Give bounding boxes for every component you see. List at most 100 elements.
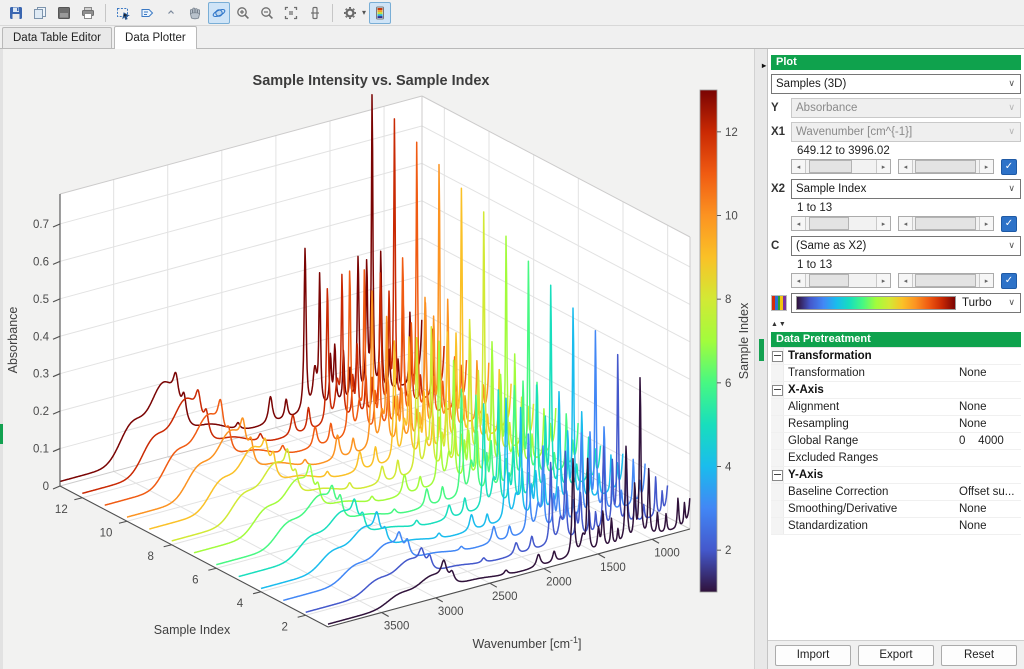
section-splitter-buttons[interactable]: ▲▼ xyxy=(771,321,1021,330)
pan-icon[interactable] xyxy=(184,2,206,24)
pretreatment-section-header[interactable]: Data Pretreatment xyxy=(771,332,1021,347)
pretreatment-value[interactable]: None xyxy=(959,401,1021,413)
datatip-icon[interactable] xyxy=(136,2,158,24)
collapse-minus-icon[interactable] xyxy=(772,470,783,481)
x2-min-scrollbar[interactable]: ◂▸ xyxy=(791,216,891,231)
scroll-right-icon[interactable]: ▸ xyxy=(979,217,993,230)
svg-text:0.1: 0.1 xyxy=(33,444,49,456)
scroll-left-icon[interactable]: ◂ xyxy=(899,274,913,287)
colormap-dropdown[interactable]: Turbo ∨ xyxy=(791,293,1021,313)
copy-icon[interactable] xyxy=(29,2,51,24)
collapse-gutter[interactable] xyxy=(771,348,784,364)
scroll-left-icon[interactable]: ◂ xyxy=(899,160,913,173)
plot-type-dropdown[interactable]: Samples (3D) ∨ xyxy=(771,74,1021,94)
collapse-gutter[interactable] xyxy=(771,467,784,483)
zoom-in-icon[interactable] xyxy=(232,2,254,24)
pretreatment-row[interactable]: Global Range0 4000 xyxy=(771,433,1021,450)
pretreatment-row[interactable]: Excluded Ranges xyxy=(771,450,1021,467)
colorbar[interactable] xyxy=(700,90,717,592)
color-variable-dropdown[interactable]: (Same as X2) ∨ xyxy=(791,236,1021,256)
x2-range-controls: ◂▸ ◂▸ xyxy=(791,215,1021,232)
pretreatment-row[interactable]: Smoothing/DerivativeNone xyxy=(771,501,1021,518)
collapse-gutter[interactable] xyxy=(771,382,784,398)
restore-view-icon[interactable] xyxy=(304,2,326,24)
pretreatment-row[interactable]: ResamplingNone xyxy=(771,416,1021,433)
x2-axis-title: Sample Index xyxy=(154,623,231,637)
pretreatment-row[interactable]: TransformationNone xyxy=(771,365,1021,382)
scroll-right-icon[interactable]: ▸ xyxy=(876,217,890,230)
pretreatment-group-row[interactable]: Transformation xyxy=(771,348,1021,365)
settings-gear-icon[interactable] xyxy=(339,2,361,24)
collapse-minus-icon[interactable] xyxy=(772,351,783,362)
svg-text:2: 2 xyxy=(725,545,731,557)
fit-view-icon[interactable] xyxy=(280,2,302,24)
collapse-arrow-icon[interactable]: ▸ xyxy=(762,58,766,73)
pretreatment-row[interactable]: AlignmentNone xyxy=(771,399,1021,416)
scroll-right-icon[interactable]: ▸ xyxy=(876,274,890,287)
pretreatment-group-row[interactable]: X-Axis xyxy=(771,382,1021,399)
settings-caret-icon[interactable]: ▾ xyxy=(362,8,366,17)
pretreatment-group-row[interactable]: Y-Axis xyxy=(771,467,1021,484)
scroll-left-icon[interactable]: ◂ xyxy=(792,160,806,173)
rotate-3d-icon[interactable] xyxy=(208,2,230,24)
svg-text:3000: 3000 xyxy=(438,606,464,618)
chevron-down-icon: ∨ xyxy=(1008,78,1015,89)
scroll-right-icon[interactable]: ▸ xyxy=(979,274,993,287)
pretreatment-value[interactable]: None xyxy=(959,418,1021,430)
x1-range-checkbox[interactable] xyxy=(1001,159,1017,175)
pretreatment-value[interactable]: None xyxy=(959,367,1021,379)
import-button[interactable]: Import xyxy=(775,645,851,666)
zoom-select-icon[interactable] xyxy=(112,2,134,24)
chevron-down-icon: ∨ xyxy=(1008,126,1015,137)
x2-max-scrollbar[interactable]: ◂▸ xyxy=(898,216,994,231)
color-min-scrollbar[interactable]: ◂▸ xyxy=(791,273,891,288)
y-variable-dropdown[interactable]: Absorbance ∨ xyxy=(791,98,1021,118)
zoom-out-icon[interactable] xyxy=(256,2,278,24)
pretreatment-value[interactable]: None xyxy=(959,503,1021,515)
export-button[interactable]: Export xyxy=(858,645,934,666)
x1-max-scrollbar[interactable]: ◂▸ xyxy=(898,159,994,174)
svg-text:2: 2 xyxy=(281,621,287,633)
scroll-left-icon[interactable]: ◂ xyxy=(899,217,913,230)
colorbar-label: Sample Index xyxy=(737,302,751,379)
x1-variable-dropdown[interactable]: Wavenumber [cm^{-1}] ∨ xyxy=(791,122,1021,142)
pretreatment-row[interactable]: StandardizationNone xyxy=(771,518,1021,535)
pretreatment-value[interactable]: Offset su... xyxy=(959,486,1021,498)
svg-text:0.5: 0.5 xyxy=(33,294,49,306)
print-icon[interactable] xyxy=(77,2,99,24)
tab-bar: Data Table Editor Data Plotter xyxy=(0,26,1024,49)
svg-text:4: 4 xyxy=(725,462,732,474)
pretreatment-value[interactable]: 0 4000 xyxy=(959,435,1021,447)
reset-button[interactable]: Reset xyxy=(941,645,1017,666)
toolbar: ▾ xyxy=(0,0,1024,26)
toolbar-separator xyxy=(332,4,333,22)
copy-image-icon[interactable] xyxy=(53,2,75,24)
x1-min-scrollbar[interactable]: ◂▸ xyxy=(791,159,891,174)
panel-splitter-grip[interactable] xyxy=(759,339,764,361)
tab-data-table-editor[interactable]: Data Table Editor xyxy=(2,27,112,48)
scroll-left-icon[interactable]: ◂ xyxy=(792,217,806,230)
tab-data-plotter[interactable]: Data Plotter xyxy=(114,26,197,49)
svg-text:8: 8 xyxy=(725,294,731,306)
scroll-right-icon[interactable]: ▸ xyxy=(876,160,890,173)
pretreatment-section-title: Data Pretreatment xyxy=(776,333,871,345)
pretreatment-value[interactable]: None xyxy=(959,520,1021,532)
collapse-minus-icon[interactable] xyxy=(772,385,783,396)
svg-text:10: 10 xyxy=(100,527,113,539)
scroll-left-icon[interactable]: ◂ xyxy=(792,274,806,287)
panel-splitter[interactable] xyxy=(754,49,768,669)
color-max-scrollbar[interactable]: ◂▸ xyxy=(898,273,994,288)
pretreatment-row[interactable]: Baseline CorrectionOffset su... xyxy=(771,484,1021,501)
plot-3d-figure[interactable]: 24681012Sample Index00.10.20.30.40.50.60… xyxy=(3,49,754,669)
scroll-right-icon[interactable]: ▸ xyxy=(979,160,993,173)
save-icon[interactable] xyxy=(5,2,27,24)
toolbar-separator xyxy=(105,4,106,22)
x2-variable-dropdown[interactable]: Sample Index ∨ xyxy=(791,179,1021,199)
chevron-down-icon: ∨ xyxy=(1008,240,1015,251)
x2-range-checkbox[interactable] xyxy=(1001,216,1017,232)
colormap-editor-icon[interactable] xyxy=(369,2,391,24)
plot-3d-svg[interactable]: 24681012Sample Index00.10.20.30.40.50.60… xyxy=(3,49,754,669)
edit-plot-icon[interactable] xyxy=(160,2,182,24)
color-range-checkbox[interactable] xyxy=(1001,273,1017,289)
plot-section-header[interactable]: ▸ Plot xyxy=(771,55,1021,70)
